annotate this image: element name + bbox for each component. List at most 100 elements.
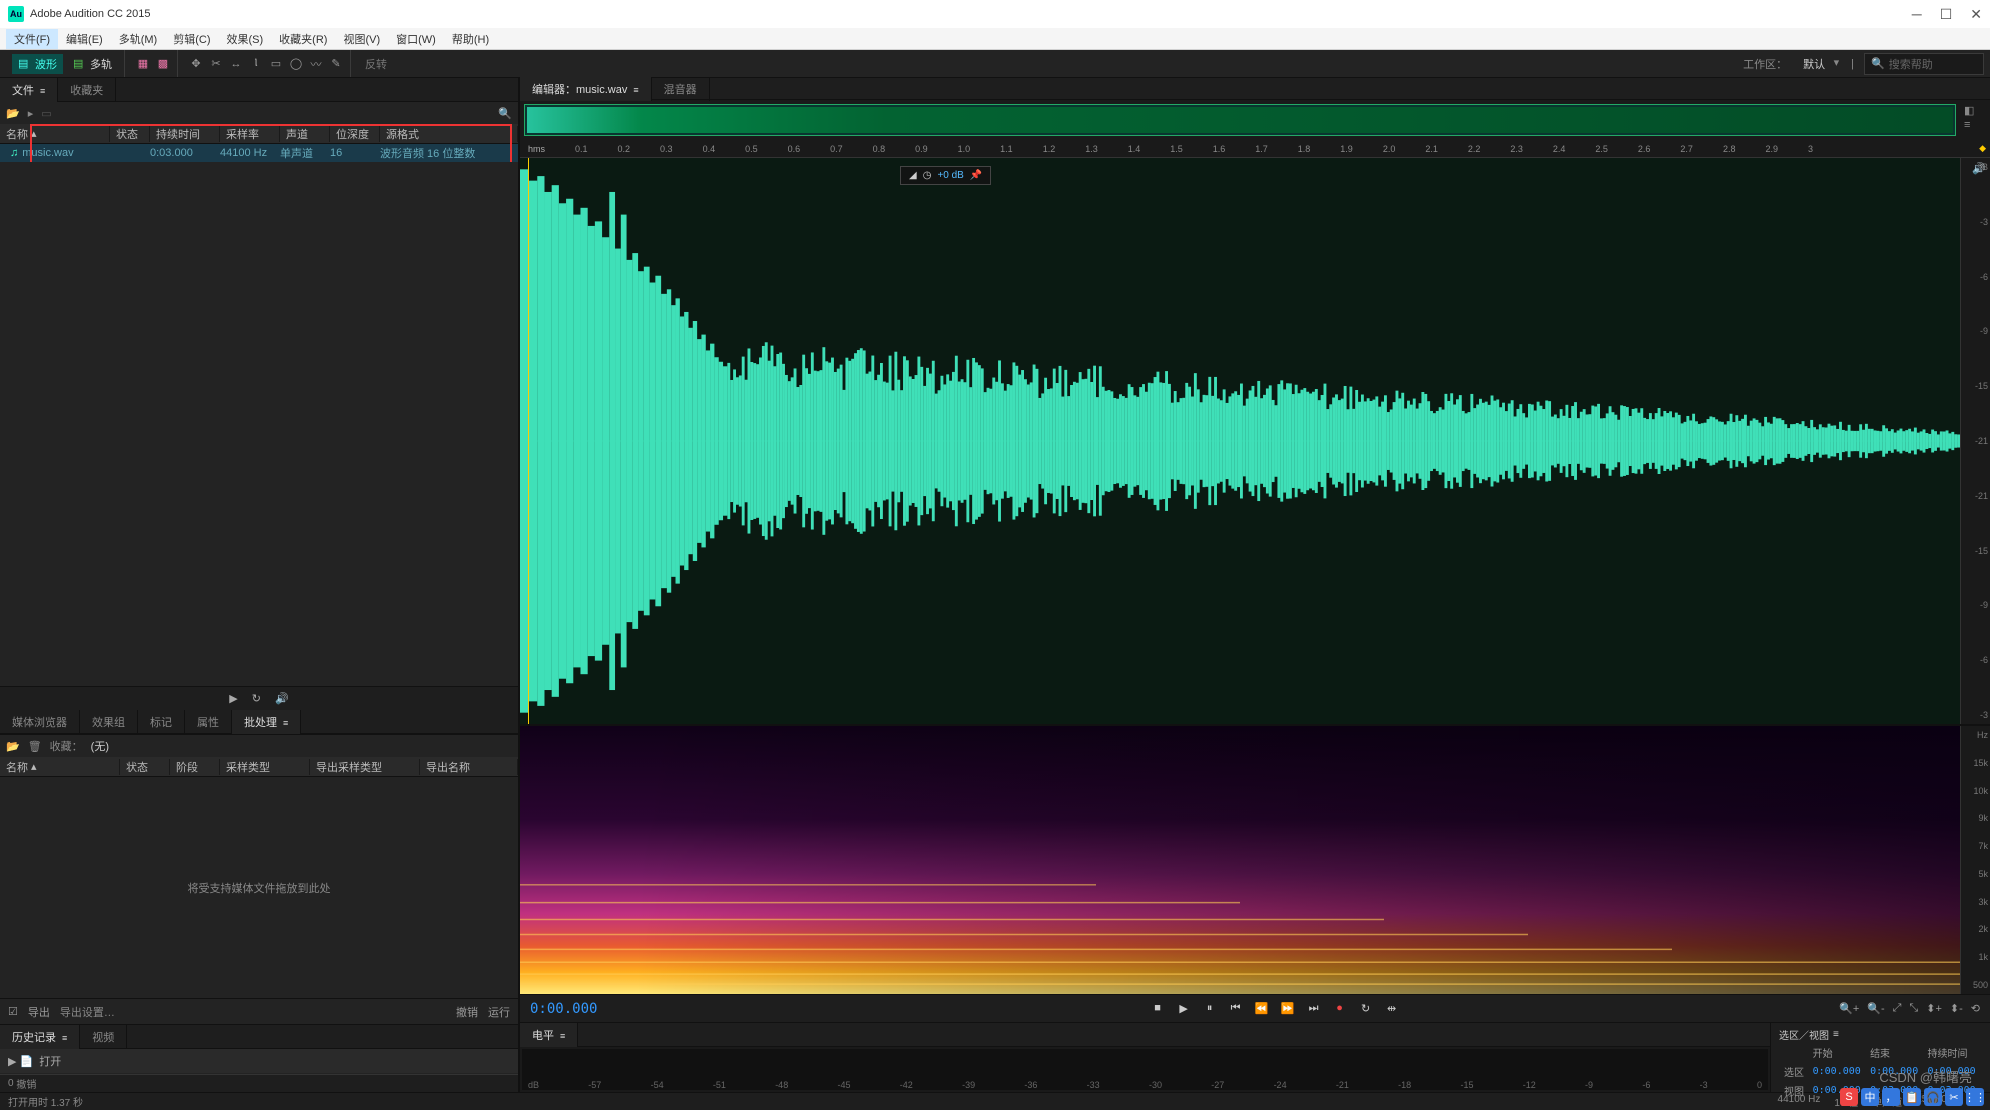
export-checkbox[interactable]: ☑ <box>8 1005 18 1018</box>
ime-input-icon[interactable]: 📋 <box>1903 1088 1921 1106</box>
ime-punct-icon[interactable]: ， <box>1882 1088 1900 1106</box>
open-file-icon[interactable]: 📂 <box>6 107 20 120</box>
batch-open-icon[interactable]: 📂 <box>6 740 20 753</box>
col-name[interactable]: 名称 <box>6 126 28 142</box>
batch-run-button[interactable]: 运行 <box>488 1004 510 1020</box>
record-button[interactable]: ● <box>1332 1002 1348 1015</box>
col-status[interactable]: 状态 <box>110 126 150 142</box>
razor-tool-icon[interactable]: ✂ <box>208 56 224 72</box>
channel-icon[interactable]: 🔊 <box>1972 162 1984 174</box>
playhead-marker-icon[interactable]: ◆ <box>1979 143 1986 154</box>
sel-start[interactable]: 0:00.000 <box>1810 1063 1865 1080</box>
minimize-button[interactable]: ─ <box>1912 6 1922 23</box>
tab-video[interactable]: 视频 <box>80 1025 127 1049</box>
new-file-icon[interactable]: ▸ <box>28 107 34 120</box>
spectral-freq-icon[interactable]: ▦ <box>135 56 151 72</box>
spectral-pitch-icon[interactable]: ▩ <box>155 56 171 72</box>
workspace-selector[interactable]: 默认 <box>1797 54 1841 74</box>
move-tool-icon[interactable]: ✥ <box>188 56 204 72</box>
loop-button[interactable]: ↻ <box>1358 1002 1374 1015</box>
zoom-in-v-icon[interactable]: ⬍+ <box>1926 1002 1942 1015</box>
tab-batch[interactable]: 批处理≡ <box>232 710 301 734</box>
bcol-exportsample[interactable]: 导出采样类型 <box>310 759 420 775</box>
menu-view[interactable]: 视图(V) <box>335 29 388 49</box>
brush-tool-icon[interactable]: 〰 <box>308 56 324 72</box>
tab-media-browser[interactable]: 媒体浏览器 <box>0 710 80 734</box>
tab-mixer[interactable]: 混音器 <box>652 77 710 101</box>
menu-favorites[interactable]: 收藏夹(R) <box>271 29 335 49</box>
zoom-out-icon[interactable]: 🔍- <box>1867 1002 1884 1015</box>
batch-fav-value[interactable]: (无) <box>91 738 109 754</box>
hud-pin-icon[interactable]: 📌 <box>970 170 982 181</box>
pause-button[interactable]: ⏸ <box>1202 1002 1218 1015</box>
skip-selection-button[interactable]: ⇹ <box>1384 1002 1400 1015</box>
waveform-display[interactable]: ◢ ◷ +0 dB 📌 <box>520 158 1960 724</box>
stop-button[interactable]: ■ <box>1150 1002 1166 1015</box>
close-button[interactable]: ✕ <box>1970 6 1982 23</box>
heal-tool-icon[interactable]: ✎ <box>328 56 344 72</box>
file-row[interactable]: ♫music.wav 0:03.000 44100 Hz 单声道 16 波形音频… <box>0 144 518 162</box>
goto-start-button[interactable]: ⏮ <box>1228 1002 1244 1015</box>
files-autoplay-icon[interactable]: 🔊 <box>275 692 289 705</box>
col-format[interactable]: 源格式 <box>380 126 518 142</box>
view-waveform-button[interactable]: ▤波形 <box>12 54 63 74</box>
forward-button[interactable]: ⏩ <box>1280 1002 1296 1015</box>
ime-logo-icon[interactable]: S <box>1840 1088 1858 1106</box>
ime-tool-icon[interactable]: ✂ <box>1945 1088 1963 1106</box>
export-settings-button[interactable]: 导出设置… <box>60 1004 115 1020</box>
slip-tool-icon[interactable]: ↔ <box>228 56 244 72</box>
bcol-exportname[interactable]: 导出名称 <box>420 759 518 775</box>
volume-hud[interactable]: ◢ ◷ +0 dB 📌 <box>900 166 991 185</box>
time-select-tool-icon[interactable]: Ⲓ <box>248 56 264 72</box>
play-button[interactable]: ▶ <box>1176 1002 1192 1015</box>
tab-history[interactable]: 历史记录≡ <box>0 1025 80 1049</box>
overview-opt2-icon[interactable]: ≡ <box>1964 119 1986 131</box>
goto-end-button[interactable]: ⏭ <box>1306 1002 1322 1015</box>
batch-dropzone[interactable]: 将受支持媒体文件拖放到此处 <box>0 777 518 998</box>
overview-waveform[interactable] <box>524 104 1956 136</box>
bcol-sampletype[interactable]: 采样类型 <box>220 759 310 775</box>
zoom-full-icon[interactable]: ⤢ <box>1893 1002 1902 1015</box>
menu-clip[interactable]: 剪辑(C) <box>165 29 218 49</box>
zoom-out-v-icon[interactable]: ⬍- <box>1950 1002 1963 1015</box>
files-loop-icon[interactable]: ↻ <box>252 692 261 705</box>
lasso-tool-icon[interactable]: ◯ <box>288 56 304 72</box>
zoom-in-icon[interactable]: 🔍+ <box>1839 1002 1859 1015</box>
tab-levels[interactable]: 电平≡ <box>520 1023 578 1047</box>
spectrogram-display[interactable] <box>520 726 1960 994</box>
overview-opt1-icon[interactable]: ◧ <box>1964 104 1986 117</box>
tab-properties[interactable]: 属性 <box>185 710 232 734</box>
ime-menu-icon[interactable]: ⋮⋮ <box>1966 1088 1984 1106</box>
tab-markers[interactable]: 标记 <box>138 710 185 734</box>
menu-effects[interactable]: 效果(S) <box>219 29 272 49</box>
bcol-stage[interactable]: 阶段 <box>170 759 220 775</box>
col-samplerate[interactable]: 采样率 <box>220 126 280 142</box>
batch-delete-icon[interactable]: 🗑 <box>28 740 42 753</box>
tab-favorites[interactable]: 收藏夹 <box>58 78 116 102</box>
tab-files[interactable]: 文件≡ <box>0 78 58 102</box>
marquee-tool-icon[interactable]: ▭ <box>268 56 284 72</box>
zoom-sel-icon[interactable]: ⤡ <box>1909 1002 1918 1015</box>
ime-voice-icon[interactable]: 🎧 <box>1924 1088 1942 1106</box>
timecode-display[interactable]: 0:00.000 <box>530 1001 710 1017</box>
tab-effects-rack[interactable]: 效果组 <box>80 710 138 734</box>
bcol-name[interactable]: 名称 <box>6 759 28 775</box>
ime-lang-icon[interactable]: 中 <box>1861 1088 1879 1106</box>
zoom-reset-icon[interactable]: ⟲ <box>1971 1002 1980 1015</box>
search-help-input[interactable]: 🔍 搜索帮助 <box>1864 53 1984 75</box>
col-bitdepth[interactable]: 位深度 <box>330 126 380 142</box>
record-icon[interactable]: ▭ <box>41 107 51 120</box>
col-duration[interactable]: 持续时间 <box>150 126 220 142</box>
menu-window[interactable]: 窗口(W) <box>388 29 444 49</box>
menu-multitrack[interactable]: 多轨(M) <box>111 29 166 49</box>
maximize-button[interactable]: ☐ <box>1940 6 1953 23</box>
tab-editor[interactable]: 编辑器：music.wav≡ <box>520 77 652 101</box>
playhead[interactable] <box>528 158 529 724</box>
batch-undo-button[interactable]: 撤销 <box>456 1004 478 1020</box>
view-multitrack-button[interactable]: ▤多轨 <box>67 54 118 74</box>
history-item[interactable]: ▶ 📄 打开 <box>0 1049 518 1073</box>
menu-help[interactable]: 帮助(H) <box>444 29 497 49</box>
files-play-icon[interactable]: ▶ <box>229 692 237 705</box>
timeline-ruler[interactable]: hms 0.10.20.30.40.50.60.70.80.91.01.11.2… <box>520 140 1990 158</box>
invert-label[interactable]: 反转 <box>355 56 397 72</box>
